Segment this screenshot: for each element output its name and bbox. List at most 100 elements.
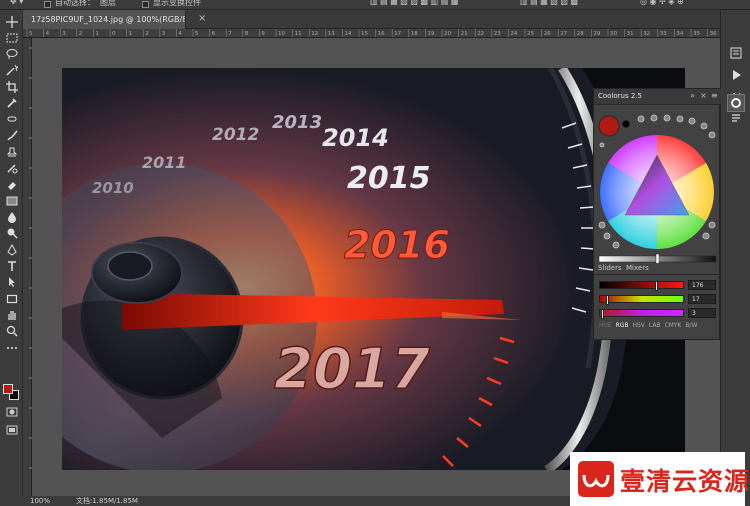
brightness-handle[interactable]: [655, 253, 660, 265]
ruler-tick-label: 2: [79, 31, 83, 37]
collapse-icon[interactable]: »: [690, 91, 695, 100]
mode-rgb[interactable]: RGB: [616, 322, 629, 329]
auto-select-checkbox[interactable]: [44, 1, 51, 8]
ruler-tick-label: 11: [295, 31, 302, 37]
lasso-icon[interactable]: [3, 47, 20, 62]
paragraph-icon[interactable]: [727, 110, 745, 128]
show-transform-checkbox[interactable]: [142, 1, 149, 8]
watermark: 壹清云资源: [570, 452, 749, 506]
ruler-tick-label: 29: [593, 31, 600, 37]
blur-icon[interactable]: [3, 210, 20, 225]
slider-track-1[interactable]: [599, 281, 684, 291]
mode-hue[interactable]: HUE: [599, 322, 612, 329]
move-tool-preset-icon[interactable]: ✥ ▾: [10, 0, 23, 9]
ruler-tick-label: 0: [112, 31, 116, 37]
layer-select[interactable]: 图层: [100, 0, 116, 9]
ruler-tick-label: 7: [228, 31, 232, 37]
align-icons[interactable]: ▥ ▤ ▦ ▧ ▨ ▩ ▥ ▤ ▦: [370, 0, 458, 9]
coolorus-icon[interactable]: [727, 94, 745, 112]
brush-icon[interactable]: [3, 128, 20, 143]
ruler-tick-label: 30: [610, 31, 617, 37]
slider-track-2[interactable]: [599, 295, 684, 305]
crop-icon[interactable]: [3, 79, 20, 94]
ruler-tick-label: 25: [527, 31, 534, 37]
ruler-tick-label: 4: [178, 31, 182, 37]
year-2016-label: 2016: [344, 223, 450, 267]
year-2014-label: 2014: [322, 124, 389, 152]
tools-panel: [0, 10, 23, 496]
healing-icon[interactable]: [3, 112, 20, 127]
slider-handle-1[interactable]: [655, 281, 659, 291]
document-tab[interactable]: 17z58PIC9UF_1024.jpg @ 100%(RGB/8#) *: [23, 10, 186, 29]
mode-hsv[interactable]: HSV: [632, 322, 644, 329]
ruler-tick-label: 32: [643, 31, 650, 37]
close-icon[interactable]: ×: [198, 13, 206, 24]
ruler-tick-label: 21: [461, 31, 468, 37]
play-icon[interactable]: [727, 66, 745, 84]
history-icon[interactable]: [727, 44, 745, 62]
ruler-tick-label: 15: [361, 31, 368, 37]
document-tab-bar: 17z58PIC9UF_1024.jpg @ 100%(RGB/8#) * ×: [23, 10, 720, 29]
current-color-swatch[interactable]: [598, 115, 620, 137]
mode-lab[interactable]: LAB: [649, 322, 661, 329]
ruler-tick-label: 1: [95, 31, 99, 37]
panel-menu-icon[interactable]: ≡: [711, 91, 718, 100]
mode-bw[interactable]: B/W: [685, 322, 697, 329]
horizontal-ruler[interactable]: 5 4 3 2 1 0 1 2 3 4 5 6 7 8 9 10 11 12 13 14 15 16 17 18 19 20 21 2…: [23, 29, 720, 38]
hand-icon[interactable]: [3, 307, 20, 322]
ruler-tick-label: 14: [344, 31, 351, 37]
ruler-tick-label: 5: [195, 31, 199, 37]
foreground-color-swatch[interactable]: [3, 384, 13, 394]
ruler-tick-label: 8: [245, 31, 249, 37]
year-2012-label: 2012: [212, 125, 259, 145]
previous-color-swatch[interactable]: [621, 119, 631, 129]
tab-sliders[interactable]: Sliders: [598, 264, 622, 272]
path-select-icon[interactable]: [3, 275, 20, 290]
document-canvas[interactable]: 2010 2011 2012 2013 2014 2015 2016 2017: [62, 68, 685, 470]
ruler-tick-label: 31: [627, 31, 634, 37]
coolorus-panel: Coolorus 2.5 » × ≡ Sliders Mixers 176 17…: [593, 88, 721, 340]
pen-icon[interactable]: [3, 242, 20, 257]
eyedropper-icon[interactable]: [3, 96, 20, 111]
gradient-icon[interactable]: [3, 193, 20, 208]
dodge-icon[interactable]: [3, 226, 20, 241]
slider-value-1[interactable]: 176: [688, 280, 716, 290]
magic-wand-icon[interactable]: [3, 63, 20, 78]
history-brush-icon[interactable]: [3, 161, 20, 176]
ruler-tick-label: 23: [494, 31, 501, 37]
slider-value-2[interactable]: 17: [688, 294, 716, 304]
slider-handle-3[interactable]: [600, 309, 604, 319]
stamp-icon[interactable]: [3, 144, 20, 159]
coolorus-header: Coolorus 2.5 » × ≡: [594, 89, 721, 105]
ruler-tick-label: 3: [62, 31, 66, 37]
ruler-tick-label: 6: [212, 31, 216, 37]
rectangle-icon[interactable]: [3, 291, 20, 306]
more-tools-icon[interactable]: [3, 340, 20, 355]
ruler-tick-label: 28: [577, 31, 584, 37]
3d-mode-icons[interactable]: ◎ ◉ ✢ ◈ ⊕: [640, 0, 684, 9]
marquee-icon[interactable]: [3, 30, 20, 45]
slider-value-3[interactable]: 3: [688, 308, 716, 318]
quick-mask-icon[interactable]: [3, 404, 20, 419]
watermark-logo-icon: [578, 461, 614, 497]
tab-mixers[interactable]: Mixers: [626, 264, 649, 272]
panel-close-icon[interactable]: ×: [700, 91, 707, 100]
type-icon[interactable]: [3, 259, 20, 274]
eraser-icon[interactable]: [3, 177, 20, 192]
move-icon[interactable]: [3, 14, 20, 29]
ruler-tick-label: 2: [145, 31, 149, 37]
ruler-tick-label: 1: [129, 31, 133, 37]
color-wheel-area[interactable]: [594, 105, 721, 265]
vertical-ruler[interactable]: [23, 38, 32, 496]
slider-handle-2[interactable]: [605, 295, 609, 305]
show-transform-label: 显示变换控件: [153, 0, 201, 7]
slider-track-3[interactable]: [599, 309, 684, 319]
mode-cmyk[interactable]: CMYK: [664, 322, 681, 329]
screen-mode-icon[interactable]: [3, 422, 20, 437]
ruler-tick-label: 9: [261, 31, 265, 37]
ruler-tick-label: 16: [378, 31, 385, 37]
zoom-icon[interactable]: [3, 324, 20, 339]
ruler-tick-label: 34: [676, 31, 683, 37]
zoom-level[interactable]: 100%: [30, 496, 50, 506]
distribute-icons[interactable]: ▥ ▤ ▦ ▧ ▨ ▩: [520, 0, 578, 9]
